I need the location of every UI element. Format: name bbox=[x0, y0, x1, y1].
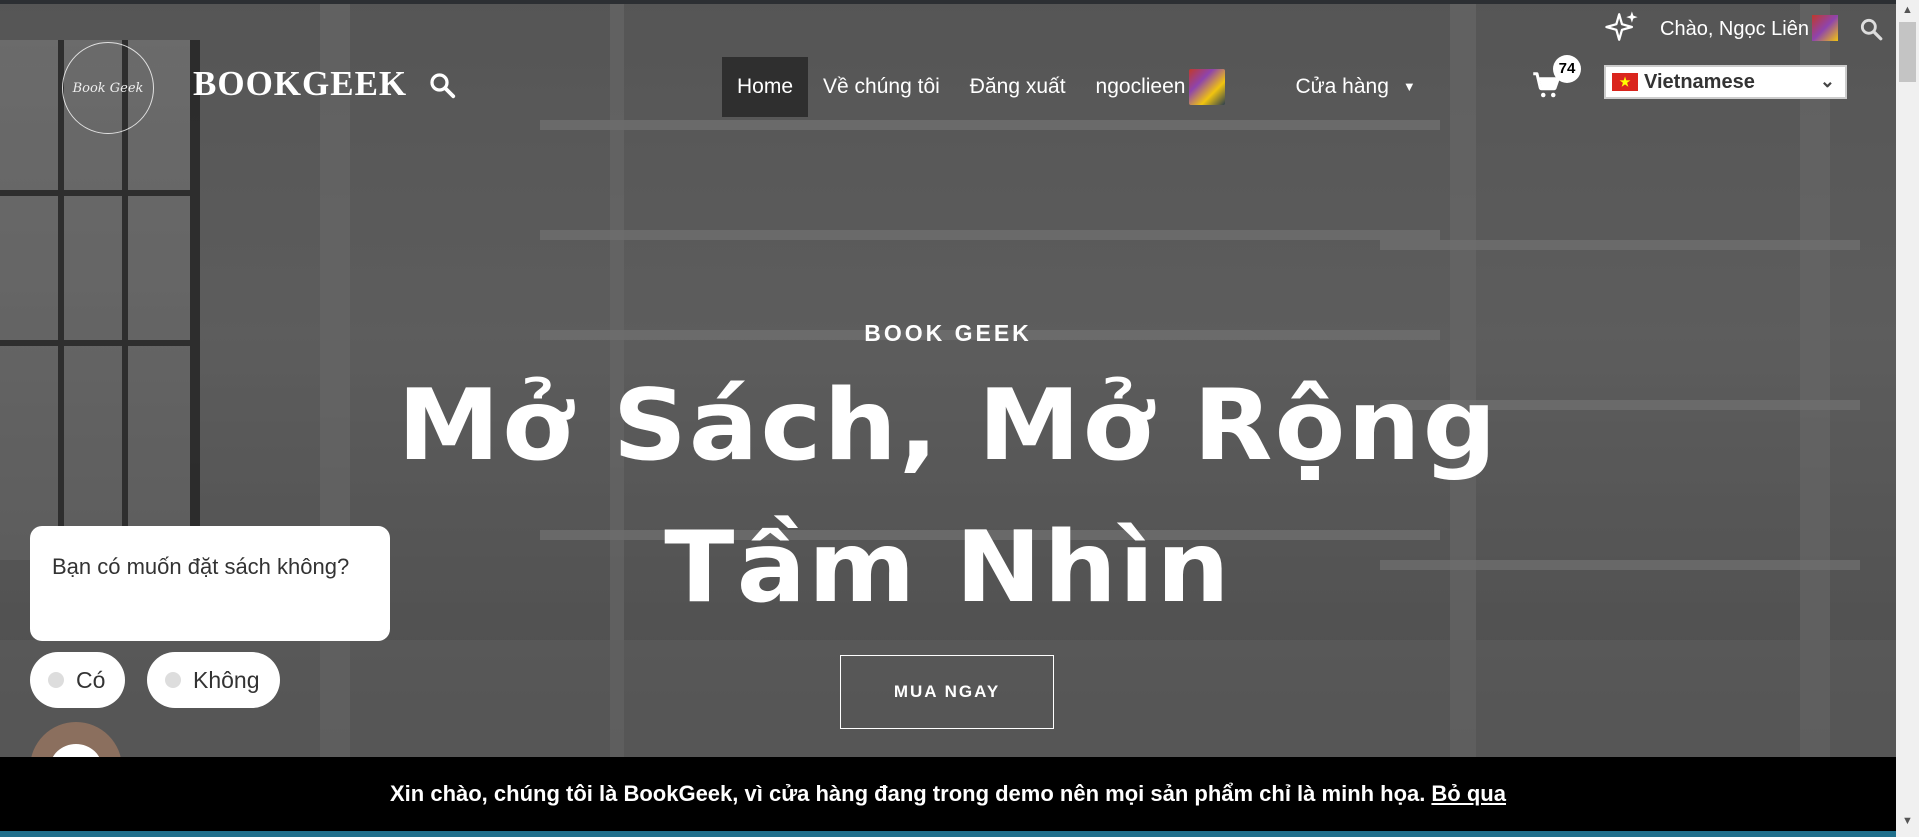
chat-option-label: Không bbox=[193, 666, 260, 693]
radio-icon bbox=[165, 672, 181, 688]
nav-about[interactable]: Về chúng tôi bbox=[808, 57, 955, 117]
nav-home-label: Home bbox=[737, 75, 794, 98]
nav-shop[interactable]: Cửa hàng ▼ bbox=[1280, 57, 1430, 117]
search-icon[interactable] bbox=[427, 70, 457, 100]
buy-now-button[interactable]: MUA NGAY bbox=[840, 655, 1054, 729]
headline-line-2: Tầm Nhìn bbox=[664, 511, 1232, 625]
chat-option-no[interactable]: Không bbox=[147, 652, 280, 708]
greeting-text: Chào, Ngọc Liên bbox=[1660, 18, 1809, 40]
nav-logout[interactable]: Đăng xuất bbox=[955, 57, 1081, 117]
nav-shop-label: Cửa hàng bbox=[1295, 75, 1389, 98]
logo-text: Book Geek bbox=[72, 80, 144, 96]
top-border bbox=[0, 0, 1896, 4]
nav-home[interactable]: Home bbox=[722, 57, 809, 117]
scrollbar[interactable] bbox=[1896, 0, 1919, 837]
language-select[interactable]: ★ Vietnamese ⌄ bbox=[1604, 65, 1847, 99]
sparkle-icon[interactable] bbox=[1605, 10, 1639, 44]
bottom-border bbox=[0, 831, 1896, 837]
avatar[interactable] bbox=[1812, 15, 1838, 41]
main-nav: Home Về chúng tôi Đăng xuất ngoclieen Cử… bbox=[722, 57, 1431, 117]
notice-text: Xin chào, chúng tôi là BookGeek, vì cửa … bbox=[390, 781, 1426, 806]
vietnam-flag-icon: ★ bbox=[1612, 73, 1638, 91]
radio-icon bbox=[48, 672, 64, 688]
avatar bbox=[1189, 69, 1226, 106]
cart-count-badge: 74 bbox=[1553, 55, 1581, 83]
dismiss-link[interactable]: Bỏ qua bbox=[1431, 781, 1506, 806]
nav-user-label: ngoclieen bbox=[1095, 75, 1186, 98]
chat-option-yes[interactable]: Có bbox=[30, 652, 126, 708]
hero-headline: Mở Sách, Mở Rộng Tầm Nhìn bbox=[352, 355, 1545, 639]
scroll-up-icon[interactable]: ▲ bbox=[1902, 4, 1913, 16]
search-icon[interactable] bbox=[1858, 16, 1884, 42]
brand-name[interactable]: BOOKGEEK bbox=[193, 64, 407, 104]
language-label: Vietnamese bbox=[1644, 70, 1755, 93]
nav-logout-label: Đăng xuất bbox=[969, 75, 1066, 98]
site-logo[interactable]: Book Geek bbox=[62, 42, 154, 134]
demo-notice-bar: Xin chào, chúng tôi là BookGeek, vì cửa … bbox=[0, 757, 1896, 831]
caret-down-icon: ▼ bbox=[1402, 79, 1416, 95]
chevron-down-icon: ⌄ bbox=[1819, 71, 1835, 91]
scroll-down-icon[interactable]: ▼ bbox=[1902, 815, 1913, 827]
hero-kicker: BOOK GEEK bbox=[864, 320, 1032, 346]
nav-about-label: Về chúng tôi bbox=[823, 75, 940, 98]
scrollbar-thumb[interactable] bbox=[1899, 22, 1916, 82]
nav-user[interactable]: ngoclieen bbox=[1081, 57, 1241, 117]
headline-line-1: Mở Sách, Mở Rộng bbox=[397, 369, 1499, 483]
chat-option-label: Có bbox=[76, 666, 106, 693]
chat-question-bubble: Bạn có muốn đặt sách không? bbox=[30, 526, 390, 641]
